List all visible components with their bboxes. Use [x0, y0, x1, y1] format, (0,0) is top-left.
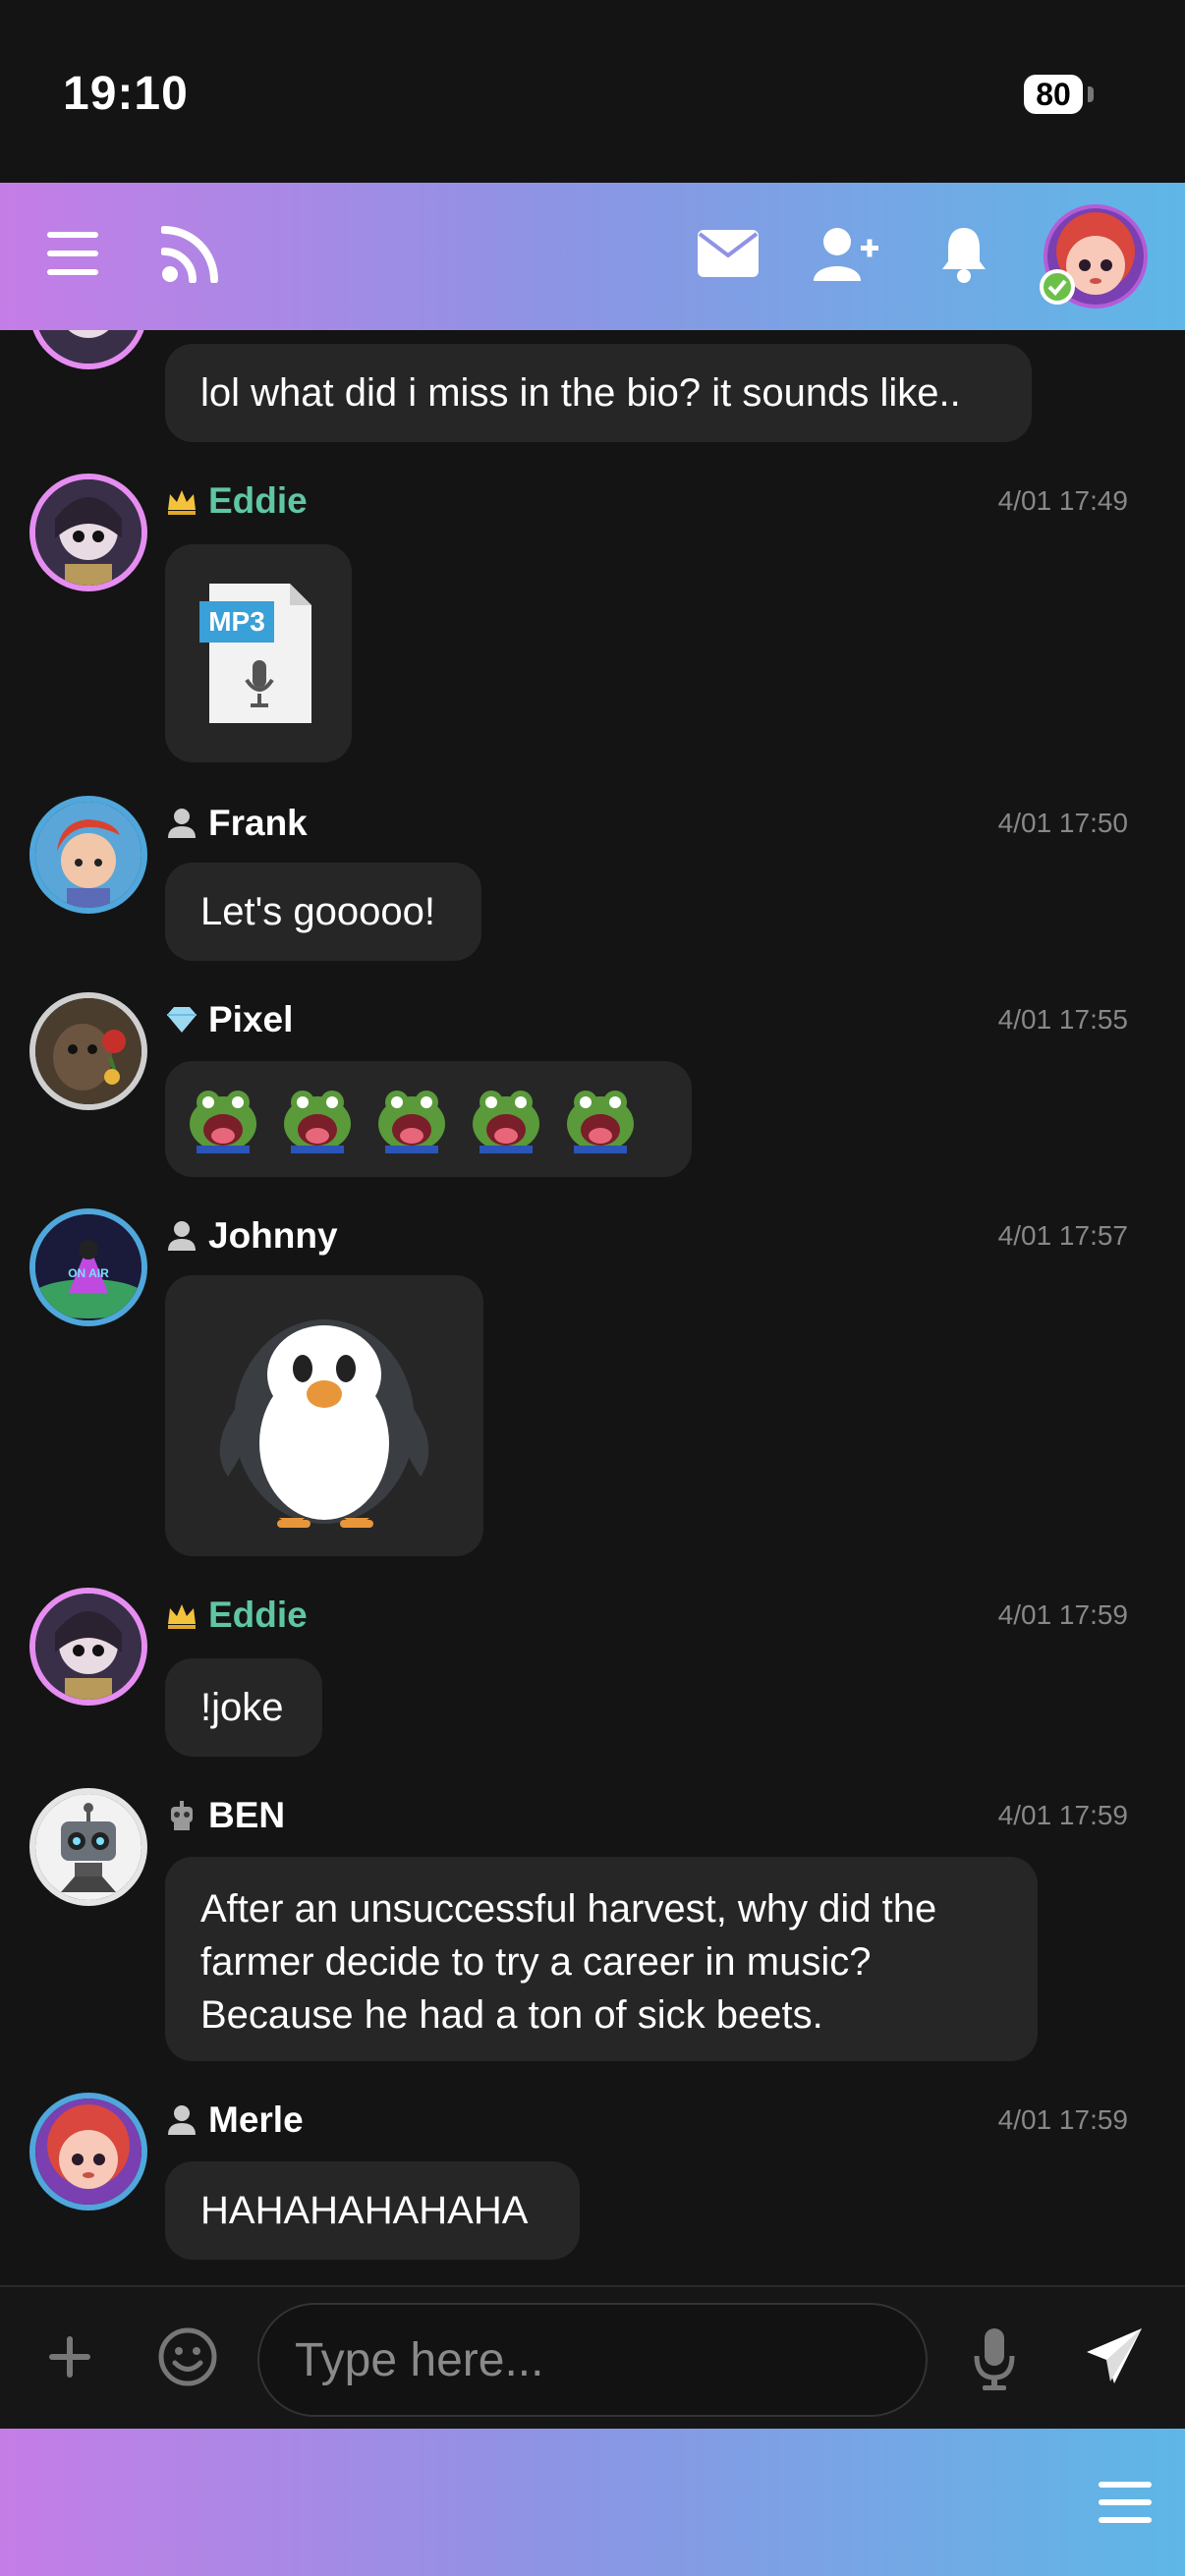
user-icon	[168, 2105, 196, 2135]
svg-text:ON AIR: ON AIR	[68, 1266, 109, 1280]
message-header: Eddie	[165, 479, 308, 523]
message-bubble: HAHAHAHAHAHA	[165, 2161, 580, 2260]
plus-icon[interactable]	[47, 2334, 92, 2380]
microphone-icon[interactable]	[973, 2326, 1016, 2391]
emoji-icon[interactable]	[157, 2326, 218, 2387]
author-name[interactable]: Eddie	[208, 1595, 308, 1636]
message-timestamp: 4/01 17:55	[997, 1004, 1128, 1035]
mp3-file-icon[interactable]: MP3	[199, 580, 317, 727]
message-text-line: After an unsuccessful harvest, why did t…	[200, 1887, 937, 1931]
user-icon	[168, 809, 196, 838]
menu-icon[interactable]	[1099, 2480, 1152, 2525]
message-bubble: After an unsuccessful harvest, why did t…	[165, 1857, 1038, 2061]
avatar[interactable]	[29, 992, 147, 1110]
message-timestamp: 4/01 17:57	[997, 1220, 1128, 1251]
avatar[interactable]	[29, 2093, 147, 2211]
message-header: Frank	[165, 802, 308, 845]
message-timestamp: 4/01 17:59	[997, 1599, 1128, 1630]
message-text-line: Because he had a ton of sick beets.	[200, 1993, 823, 2037]
message-timestamp: 4/01 17:59	[997, 1800, 1128, 1830]
battery-icon: 80	[1024, 75, 1083, 114]
author-name[interactable]: Johnny	[208, 1215, 338, 1257]
mp3-label: MP3	[208, 606, 265, 637]
avatar[interactable]	[29, 796, 147, 914]
author-name[interactable]: Pixel	[208, 999, 293, 1040]
message-text: lol what did i miss in the bio? it sound…	[200, 371, 961, 415]
message-timestamp: 4/01 17:59	[997, 2104, 1128, 2135]
attachment-bubble[interactable]: MP3	[165, 544, 352, 762]
author-name[interactable]: Merle	[208, 2100, 304, 2141]
mail-icon[interactable]	[698, 230, 759, 277]
message-bubble: lol what did i miss in the bio? it sound…	[165, 344, 1032, 442]
bell-icon[interactable]	[939, 224, 988, 283]
message-composer	[0, 2285, 1185, 2429]
frog-emote	[567, 1091, 634, 1153]
status-bar: 19:10 80	[0, 0, 1185, 183]
message-text: Let's gooooo!	[200, 890, 435, 933]
crown-icon	[168, 490, 196, 515]
author-name[interactable]: Eddie	[208, 480, 308, 522]
message-text: !joke	[200, 1686, 284, 1729]
message-header: BEN	[165, 1794, 285, 1837]
chat-messages[interactable]: lol what did i miss in the bio? it sound…	[0, 330, 1185, 2285]
avatar[interactable]: ON AIR	[29, 1208, 147, 1326]
avatar[interactable]	[29, 1588, 147, 1706]
author-name[interactable]: BEN	[208, 1795, 285, 1836]
avatar[interactable]	[29, 330, 147, 369]
message-input[interactable]	[257, 2303, 928, 2417]
message-timestamp: 4/01 17:49	[997, 485, 1128, 516]
robot-icon	[171, 1801, 193, 1830]
message-bubble: Let's gooooo!	[165, 863, 481, 961]
frog-emote	[190, 1091, 256, 1153]
message-text-line: farmer decide to try a career in music?	[200, 1940, 872, 1984]
message-header: Pixel	[165, 998, 293, 1041]
avatar[interactable]	[29, 1788, 147, 1906]
add-friend-icon[interactable]	[814, 226, 878, 281]
bottom-bar	[0, 2429, 1185, 2576]
online-status-badge	[1040, 269, 1075, 305]
frog-emote	[378, 1091, 445, 1153]
avatar[interactable]	[29, 474, 147, 591]
author-name[interactable]: Frank	[208, 803, 308, 844]
crown-icon	[168, 1604, 196, 1629]
diamond-icon	[167, 1007, 197, 1033]
message-text: HAHAHAHAHAHA	[200, 2189, 529, 2232]
sticker-bubble	[165, 1275, 483, 1556]
rss-icon[interactable]	[161, 224, 220, 283]
send-icon[interactable]	[1085, 2326, 1144, 2385]
message-header: Merle	[165, 2099, 304, 2142]
penguin-sticker	[219, 1319, 429, 1528]
status-time: 19:10	[63, 68, 189, 120]
message-timestamp: 4/01 17:50	[997, 808, 1128, 838]
frog-emote	[473, 1091, 539, 1153]
message-header: Eddie	[165, 1594, 308, 1637]
user-icon	[168, 1221, 196, 1251]
message-header: Johnny	[165, 1214, 338, 1258]
menu-icon[interactable]	[45, 228, 100, 279]
emote-bubble	[165, 1061, 692, 1177]
battery-tip	[1088, 86, 1094, 102]
message-bubble: !joke	[165, 1658, 322, 1757]
frog-emote	[284, 1091, 351, 1153]
